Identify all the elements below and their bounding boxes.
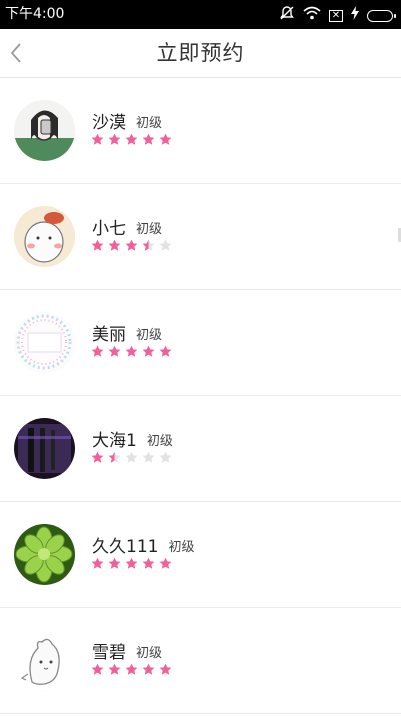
star-icon (91, 345, 104, 357)
person-name: 美丽 (92, 325, 126, 345)
star-icon (91, 133, 104, 145)
status-bar: 下午4:00 ✕ (0, 0, 401, 29)
wifi-icon (303, 6, 321, 26)
level-label: 初级 (136, 328, 163, 343)
star-icon (108, 663, 121, 675)
charging-icon (351, 6, 359, 26)
star-icon (108, 239, 121, 251)
star-icon (142, 133, 155, 145)
star-icon (159, 663, 172, 675)
star-icon (91, 451, 104, 463)
person-name: 雪碧 (92, 643, 126, 663)
level-label: 初级 (136, 222, 163, 237)
person-name: 小七 (92, 219, 126, 239)
level-label: 初级 (136, 646, 163, 661)
person-name-line: 雪碧 初级 (92, 638, 162, 663)
star-icon (91, 663, 104, 675)
no-sim-icon: ✕ (329, 10, 343, 22)
star-icon (142, 345, 155, 357)
level-label: 初级 (168, 540, 195, 555)
avatar[interactable] (14, 630, 75, 691)
star-icon (142, 663, 155, 675)
avatar[interactable] (14, 524, 75, 585)
avatar[interactable] (14, 206, 75, 267)
star-icon (159, 133, 172, 145)
person-name-line: 沙漠 初级 (92, 108, 162, 133)
star-rating (91, 451, 172, 464)
person-name-line: 久久111 初级 (92, 532, 194, 557)
star-icon (159, 345, 172, 357)
star-rating (91, 557, 172, 570)
star-rating (91, 239, 172, 252)
level-label: 初级 (136, 116, 163, 131)
star-icon (91, 239, 104, 251)
star-icon (142, 451, 155, 463)
star-icon (108, 557, 121, 569)
list-item[interactable]: 久久111 初级 (0, 502, 401, 608)
star-icon (125, 239, 138, 251)
battery-icon (367, 10, 396, 22)
star-icon (108, 345, 121, 357)
star-icon (159, 451, 172, 463)
person-name: 久久111 (92, 537, 159, 557)
star-rating (91, 133, 172, 146)
star-icon (125, 557, 138, 569)
star-rating (91, 663, 172, 676)
star-icon (108, 133, 121, 145)
list-item[interactable]: 沙漠 初级 (0, 78, 401, 184)
star-icon (108, 451, 121, 463)
star-icon (159, 239, 172, 251)
mute-icon (279, 5, 295, 27)
person-name: 沙漠 (92, 113, 126, 133)
avatar[interactable] (14, 100, 75, 161)
header-bar: 立即预约 (0, 29, 401, 78)
avatar[interactable] (14, 418, 75, 479)
page-title: 立即预约 (156, 41, 245, 65)
person-name-line: 小七 初级 (92, 214, 162, 239)
person-name-line: 美丽 初级 (92, 320, 162, 345)
star-icon (125, 345, 138, 357)
avatar[interactable] (14, 312, 75, 373)
star-icon (142, 557, 155, 569)
star-icon (125, 663, 138, 675)
list-item[interactable]: 美丽 初级 (0, 290, 401, 396)
star-rating (91, 345, 172, 358)
star-icon (125, 133, 138, 145)
list-item[interactable]: 雪碧 初级 (0, 608, 401, 714)
star-icon (142, 239, 155, 251)
list-item[interactable]: 小七 初级 (0, 184, 401, 290)
status-time: 下午4:00 (5, 6, 65, 22)
status-icons: ✕ (279, 5, 396, 27)
person-list: 沙漠 初级 小七 初级 美丽 初级 大海1 初级 久久111 初级 雪碧 初级 (0, 78, 401, 714)
star-icon (91, 557, 104, 569)
star-icon (125, 451, 138, 463)
level-label: 初级 (146, 434, 173, 449)
star-icon (159, 557, 172, 569)
list-item[interactable]: 大海1 初级 (0, 396, 401, 502)
person-name: 大海1 (92, 431, 137, 451)
person-name-line: 大海1 初级 (92, 426, 173, 451)
